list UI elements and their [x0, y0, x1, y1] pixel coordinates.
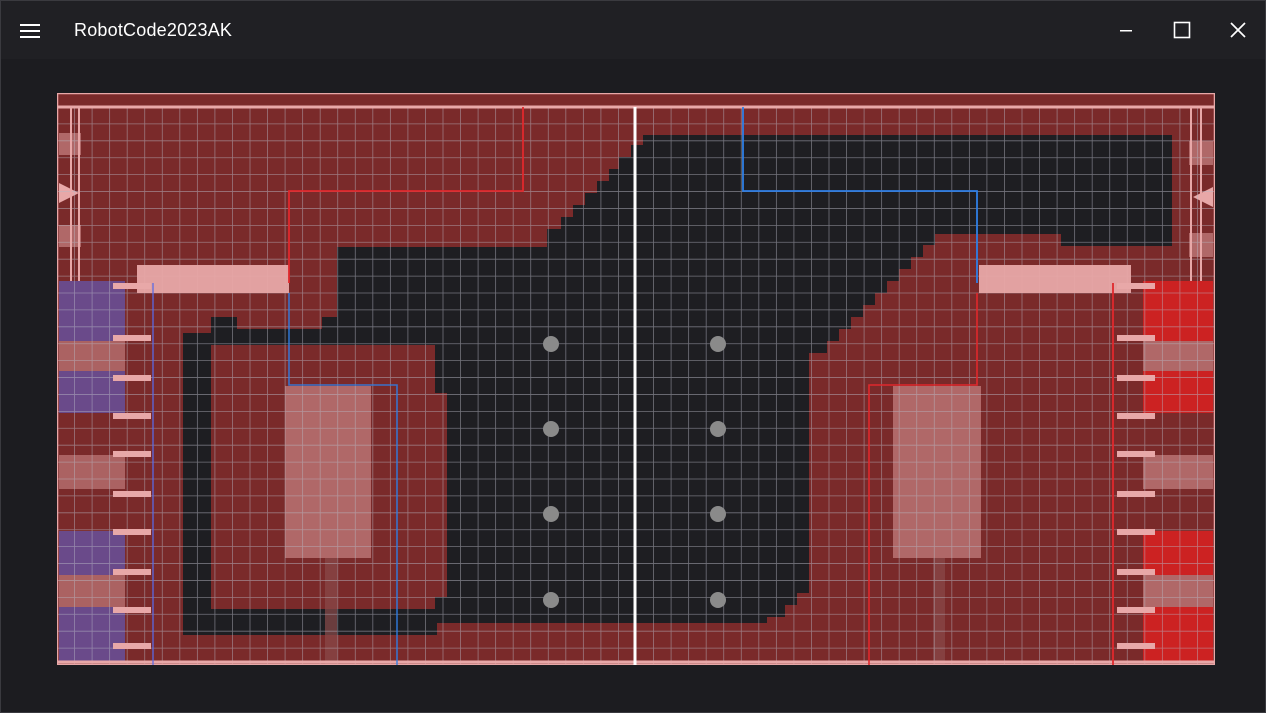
right-station-stem	[933, 558, 945, 665]
left-station-stem	[325, 558, 337, 665]
node-tick	[113, 569, 151, 575]
left-barrier	[137, 265, 289, 293]
node-tick	[1117, 375, 1155, 381]
node-tick	[113, 413, 151, 419]
minimize-icon	[1120, 30, 1132, 32]
window-title: RobotCode2023AK	[74, 20, 233, 40]
menu-button[interactable]	[11, 14, 49, 48]
node-tick	[113, 529, 151, 535]
game-piece[interactable]	[710, 421, 726, 437]
node-tick	[1117, 643, 1155, 649]
maximize-button[interactable]	[1159, 11, 1205, 49]
node-tick	[1117, 451, 1155, 457]
field-map[interactable]	[57, 93, 1215, 665]
game-piece[interactable]	[710, 592, 726, 608]
node-tick	[1117, 491, 1155, 497]
field-canvas[interactable]	[57, 93, 1215, 665]
minimize-button[interactable]	[1103, 11, 1149, 49]
maximize-icon	[1173, 21, 1191, 39]
hamburger-icon	[20, 24, 40, 38]
node-tick	[1117, 283, 1155, 289]
right-barrier	[979, 265, 1131, 293]
node-tick	[1117, 569, 1155, 575]
node-tick	[113, 491, 151, 497]
node-tick	[113, 607, 151, 613]
node-tick	[113, 451, 151, 457]
left-charge-station	[285, 386, 371, 558]
game-piece[interactable]	[543, 336, 559, 352]
node-tick	[113, 283, 151, 289]
node-tick	[1117, 607, 1155, 613]
game-piece[interactable]	[543, 421, 559, 437]
right-charge-station	[893, 386, 981, 558]
close-button[interactable]	[1215, 11, 1261, 49]
node-tick	[1117, 335, 1155, 341]
game-piece[interactable]	[543, 506, 559, 522]
app-window: RobotCode2023AK	[0, 0, 1266, 713]
node-tick	[113, 643, 151, 649]
game-piece[interactable]	[543, 592, 559, 608]
node-tick	[113, 335, 151, 341]
node-tick	[1117, 529, 1155, 535]
game-piece[interactable]	[710, 506, 726, 522]
node-tick	[113, 375, 151, 381]
node-tick	[1117, 413, 1155, 419]
title-bar: RobotCode2023AK	[1, 1, 1265, 59]
game-piece[interactable]	[710, 336, 726, 352]
close-icon	[1230, 22, 1246, 38]
